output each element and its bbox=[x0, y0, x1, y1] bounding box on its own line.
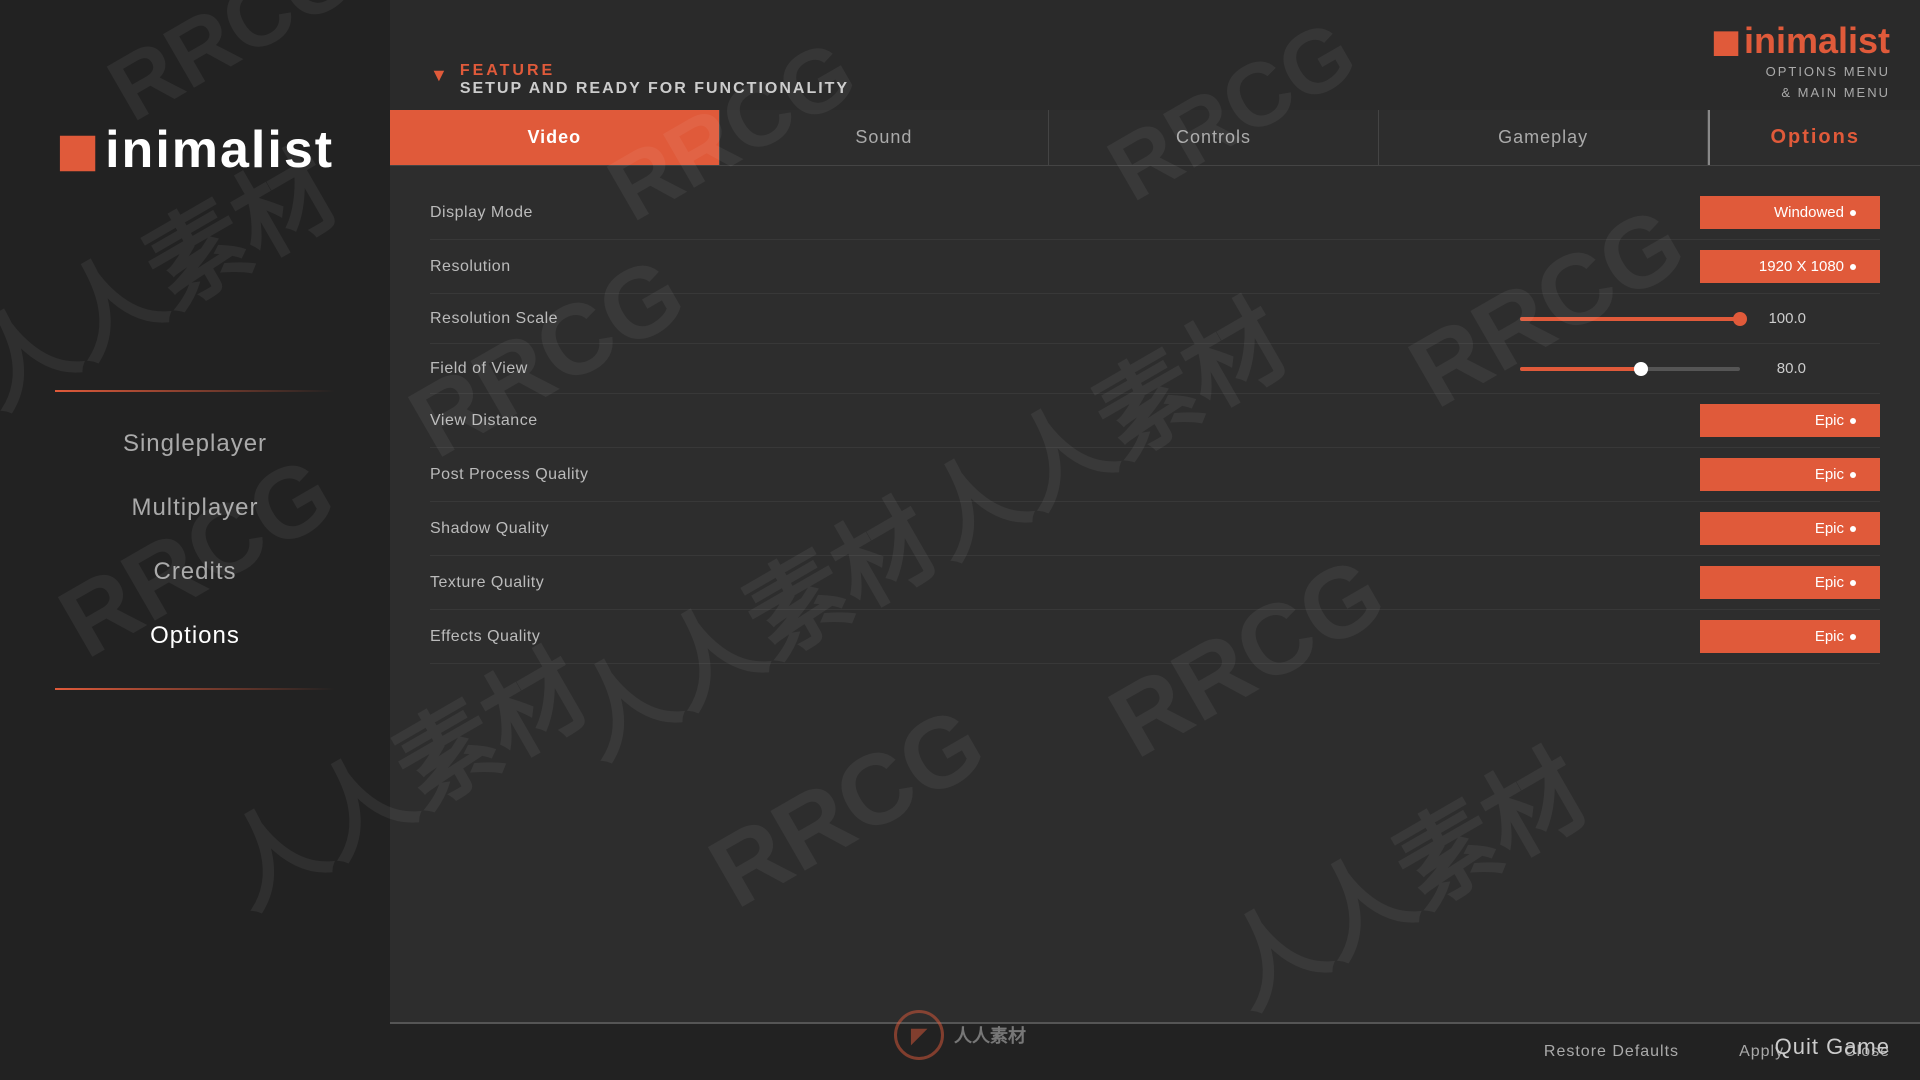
logo-m-icon: ◼ bbox=[56, 120, 101, 180]
brand-logo-text: inimalist bbox=[1744, 20, 1890, 62]
slider-track-resolution-scale bbox=[1520, 317, 1740, 321]
slider-value-fov: 80.0 bbox=[1756, 360, 1806, 377]
setting-label-resolution: Resolution bbox=[430, 258, 1700, 276]
brand-m-icon: ◼ bbox=[1711, 20, 1741, 62]
nav-divider-bottom bbox=[55, 688, 335, 690]
watermark-circle-icon: ◤ bbox=[894, 1010, 944, 1060]
setting-value-display-mode[interactable]: Windowed bbox=[1700, 196, 1880, 229]
feature-label: FEATURE bbox=[460, 62, 849, 80]
brand-subtitle: OPTIONS MENU & MAIN MENU bbox=[1711, 62, 1890, 104]
setting-dot-display-mode bbox=[1850, 210, 1856, 216]
setting-value-texture-quality[interactable]: Epic bbox=[1700, 566, 1880, 599]
setting-label-shadow-quality: Shadow Quality bbox=[430, 520, 1700, 538]
setting-dot-shadow-quality bbox=[1850, 526, 1856, 532]
brand-subtitle-line2: & MAIN MENU bbox=[1781, 85, 1890, 100]
nav-divider-top bbox=[55, 390, 335, 392]
bottom-watermark: ◤ 人人素材 bbox=[894, 1010, 1026, 1060]
setting-label-view-distance: View Distance bbox=[430, 412, 1700, 430]
setting-dot-texture-quality bbox=[1850, 580, 1856, 586]
setting-label-post-process: Post Process Quality bbox=[430, 466, 1700, 484]
setting-value-shadow-quality[interactable]: Epic bbox=[1700, 512, 1880, 545]
setting-value-view-distance[interactable]: Epic bbox=[1700, 404, 1880, 437]
tab-gameplay[interactable]: Gameplay bbox=[1379, 110, 1709, 165]
setting-row-resolution-scale: Resolution Scale 100.0 bbox=[430, 294, 1880, 344]
tab-video[interactable]: Video bbox=[390, 110, 720, 165]
setting-label-texture-quality: Texture Quality bbox=[430, 574, 1700, 592]
brand-logo: ◼ inimalist bbox=[1711, 20, 1890, 62]
setting-row-fov: Field of View 80.0 bbox=[430, 344, 1880, 394]
sidebar-item-multiplayer[interactable]: Multiplayer bbox=[0, 476, 390, 540]
slider-fov[interactable]: 80.0 bbox=[1520, 360, 1880, 377]
setting-row-view-distance: View Distance Epic bbox=[430, 394, 1880, 448]
slider-thumb-resolution-scale[interactable] bbox=[1733, 312, 1747, 326]
sidebar-item-credits[interactable]: Credits bbox=[0, 540, 390, 604]
setting-row-shadow-quality: Shadow Quality Epic bbox=[430, 502, 1880, 556]
sidebar-logo: ◼ inimalist bbox=[56, 120, 334, 180]
nav-menu: Singleplayer Multiplayer Credits Options bbox=[0, 390, 390, 690]
settings-content: Display Mode Windowed Resolution 1920 X … bbox=[390, 166, 1920, 684]
restore-defaults-button[interactable]: Restore Defaults bbox=[1544, 1043, 1679, 1061]
setting-row-display-mode: Display Mode Windowed bbox=[430, 186, 1880, 240]
slider-track-fov bbox=[1520, 367, 1740, 371]
bottom-bar: Restore Defaults Apply Close bbox=[390, 1022, 1920, 1080]
feature-arrow-icon: ▼ bbox=[430, 65, 448, 86]
tab-options[interactable]: Options bbox=[1708, 110, 1920, 165]
feature-description: SETUP AND READY FOR FUNCTIONALITY bbox=[460, 80, 849, 98]
setting-label-resolution-scale: Resolution Scale bbox=[430, 310, 1520, 328]
setting-dot-view-distance bbox=[1850, 418, 1856, 424]
slider-resolution-scale[interactable]: 100.0 bbox=[1520, 310, 1880, 327]
setting-row-resolution: Resolution 1920 X 1080 bbox=[430, 240, 1880, 294]
setting-dot-resolution bbox=[1850, 264, 1856, 270]
setting-value-effects-quality[interactable]: Epic bbox=[1700, 620, 1880, 653]
setting-label-effects-quality: Effects Quality bbox=[430, 628, 1700, 646]
setting-dot-post-process bbox=[1850, 472, 1856, 478]
sidebar-item-options[interactable]: Options bbox=[0, 604, 390, 668]
tab-sound[interactable]: Sound bbox=[720, 110, 1050, 165]
tab-controls[interactable]: Controls bbox=[1049, 110, 1379, 165]
logo: ◼ inimalist bbox=[56, 120, 334, 180]
slider-thumb-fov[interactable] bbox=[1634, 362, 1648, 376]
setting-label-fov: Field of View bbox=[430, 360, 1520, 378]
sidebar: ◼ inimalist Singleplayer Multiplayer Cre… bbox=[0, 0, 390, 1080]
quit-game-button[interactable]: Quit Game bbox=[1775, 1034, 1890, 1060]
setting-row-post-process: Post Process Quality Epic bbox=[430, 448, 1880, 502]
main-content: Video Sound Controls Gameplay Options Di… bbox=[390, 110, 1920, 1080]
logo-text: inimalist bbox=[105, 120, 334, 180]
feature-text: FEATURE SETUP AND READY FOR FUNCTIONALIT… bbox=[460, 62, 849, 98]
setting-row-texture-quality: Texture Quality Epic bbox=[430, 556, 1880, 610]
setting-dot-effects-quality bbox=[1850, 634, 1856, 640]
tabs-bar: Video Sound Controls Gameplay Options bbox=[390, 110, 1920, 166]
slider-fill-fov bbox=[1520, 367, 1641, 371]
top-right-brand: ◼ inimalist OPTIONS MENU & MAIN MENU bbox=[1711, 20, 1890, 104]
feature-banner: ▼ FEATURE SETUP AND READY FOR FUNCTIONAL… bbox=[430, 62, 849, 98]
slider-value-resolution-scale: 100.0 bbox=[1756, 310, 1806, 327]
brand-subtitle-line1: OPTIONS MENU bbox=[1766, 64, 1890, 79]
setting-row-effects-quality: Effects Quality Epic bbox=[430, 610, 1880, 664]
setting-label-display-mode: Display Mode bbox=[430, 204, 1700, 222]
watermark-text: 人人素材 bbox=[954, 1022, 1026, 1048]
setting-value-post-process[interactable]: Epic bbox=[1700, 458, 1880, 491]
sidebar-item-singleplayer[interactable]: Singleplayer bbox=[0, 412, 390, 476]
setting-value-resolution[interactable]: 1920 X 1080 bbox=[1700, 250, 1880, 283]
slider-fill-resolution-scale bbox=[1520, 317, 1740, 321]
